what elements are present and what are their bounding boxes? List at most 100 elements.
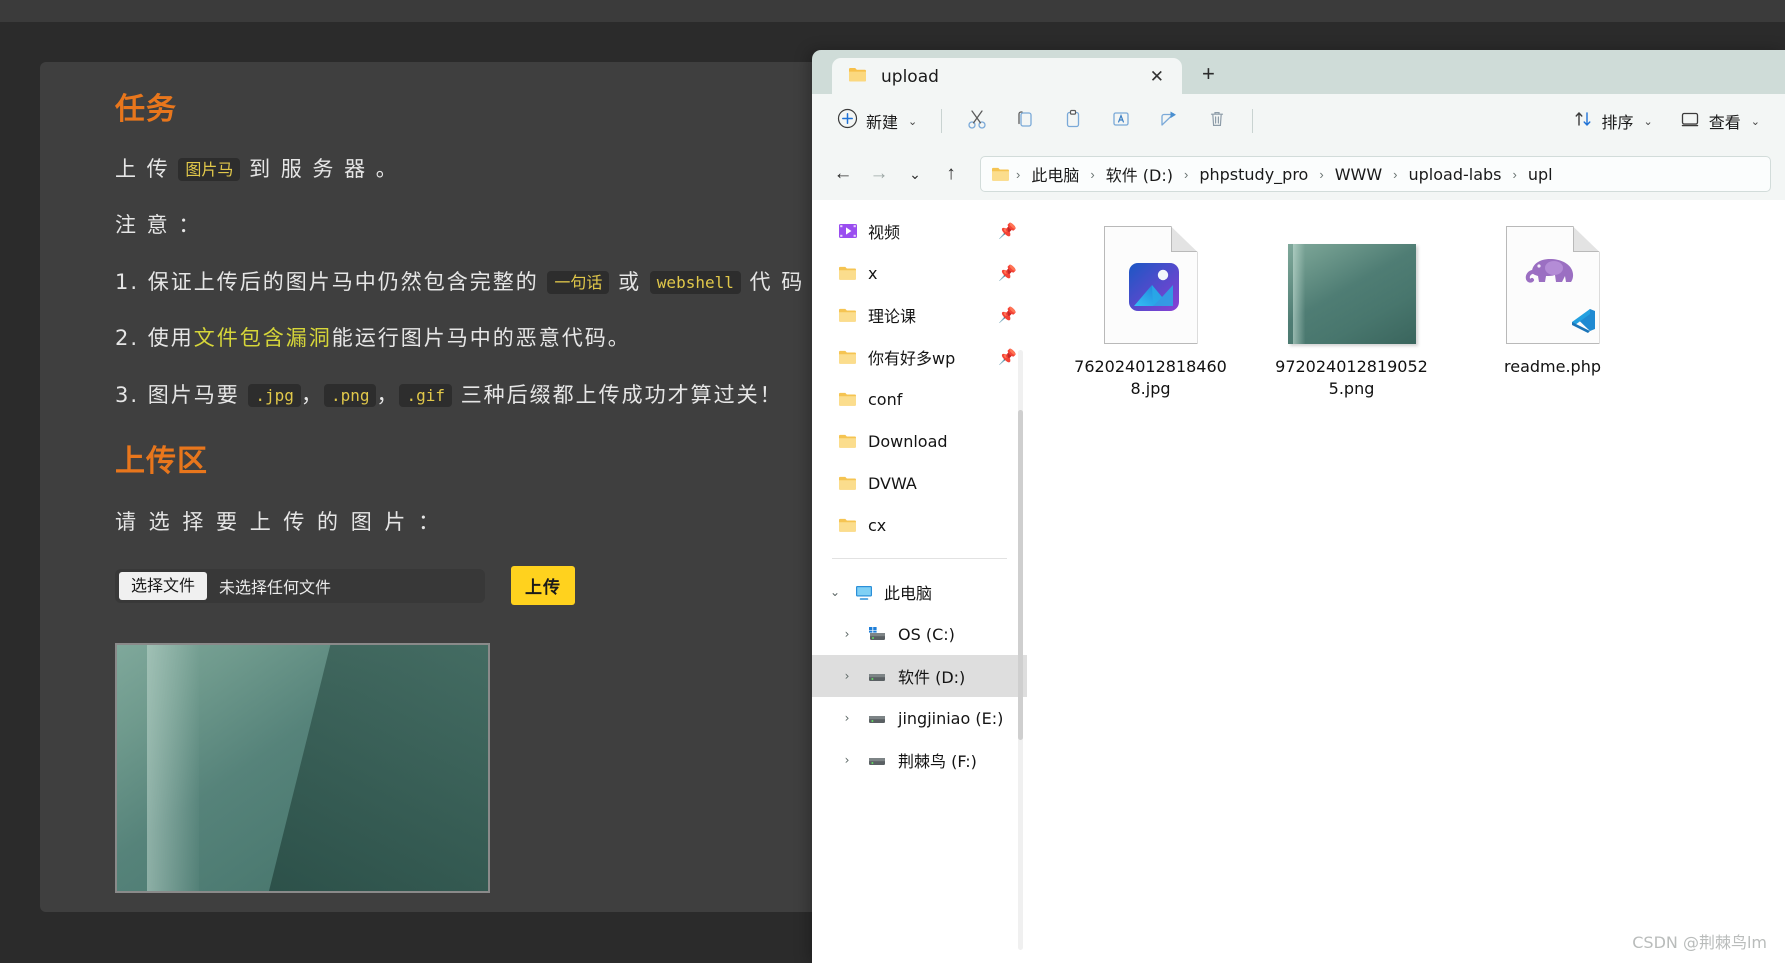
- breadcrumb-item-this-pc[interactable]: 此电脑: [1025, 159, 1085, 189]
- chip-image-horse: 图片马: [178, 158, 241, 182]
- sort-button[interactable]: 排序 ⌄: [1561, 100, 1664, 143]
- sidebar-item-label-drive-f: 荆棘鸟 (F:): [898, 752, 977, 771]
- pin-icon-wp[interactable]: 📌: [998, 348, 1017, 366]
- sidebar-item-label-dvwa: DVWA: [868, 473, 917, 493]
- watermark: CSDN @荆棘鸟lm: [1632, 933, 1767, 952]
- breadcrumb-item-www[interactable]: WWW: [1329, 162, 1388, 187]
- pin-icon[interactable]: 📌: [998, 222, 1017, 240]
- sidebar-item-drive-e[interactable]: › jingjiniao (E:): [812, 697, 1027, 739]
- explorer-sidebar: 视频 📌 x 📌 理论课 📌 你有好多wp 📌 conf Download DV…: [812, 200, 1027, 963]
- chip-gif: .gif: [399, 384, 452, 408]
- page-title-upload-zone: 上传区: [115, 445, 208, 479]
- windows-drive-icon: [866, 625, 888, 643]
- copy-button[interactable]: [1003, 100, 1047, 143]
- arrow-up-icon[interactable]: ↑: [934, 157, 968, 191]
- breadcrumb-item-drive-d[interactable]: 软件 (D:): [1100, 159, 1179, 189]
- breadcrumb-separator-3: ›: [1319, 166, 1324, 182]
- sidebar-scrollbar-thumb[interactable]: [1018, 410, 1023, 740]
- folder-icon-download: [838, 433, 858, 450]
- pin-icon-theory[interactable]: 📌: [998, 306, 1017, 324]
- sidebar-item-label-download: Download: [868, 431, 948, 451]
- upload-instruction-prefix: 上 传: [115, 157, 170, 181]
- sidebar-item-conf[interactable]: conf: [812, 378, 1027, 420]
- breadcrumb-item-phpstudy-pro[interactable]: phpstudy_pro: [1193, 162, 1314, 187]
- copy-icon: [1014, 108, 1036, 135]
- arrow-right-icon[interactable]: →: [862, 157, 896, 191]
- close-icon[interactable]: ✕: [1142, 65, 1172, 89]
- rename-button[interactable]: [1099, 100, 1143, 143]
- file-item-jpg[interactable]: 7620240128184608.jpg: [1063, 218, 1238, 405]
- sidebar-item-many-wp[interactable]: 你有好多wp 📌: [812, 336, 1027, 378]
- file-list: 7620240128184608.jpg 9720240128190525.pn…: [1027, 200, 1785, 963]
- sidebar-item-drive-d[interactable]: › 软件 (D:): [812, 655, 1027, 697]
- drive-icon-d: [866, 667, 888, 685]
- share-icon: [1158, 108, 1180, 135]
- chevron-right-icon-e[interactable]: ›: [838, 711, 856, 725]
- recent-locations-chevron-down-icon[interactable]: ⌄: [898, 157, 932, 191]
- sidebar-item-label-theory-class: 理论课: [868, 307, 917, 326]
- breadcrumb-separator-5: ›: [1512, 166, 1517, 182]
- sidebar-item-cx[interactable]: cx: [812, 504, 1027, 546]
- folder-icon-theory: [838, 307, 858, 324]
- sort-button-label: 排序: [1601, 113, 1634, 132]
- cut-button[interactable]: [955, 100, 999, 143]
- chip-jpg: .jpg: [248, 384, 301, 408]
- explorer-tab-upload[interactable]: upload ✕: [832, 58, 1182, 96]
- file-explorer-window: upload ✕ + 新建 ⌄ 排序 ⌄ 查看 ⌄ ← → ⌄ ↑ › 此电脑 …: [812, 50, 1785, 963]
- arrow-left-icon[interactable]: ←: [826, 157, 860, 191]
- note-item-3: 3. 图片马要 .jpg， .png， .gif 三种后缀都上传成功才算过关！: [115, 380, 915, 410]
- chevron-right-icon-d[interactable]: ›: [838, 669, 856, 683]
- chip-webshell: webshell: [649, 271, 741, 295]
- browser-top-strip: [0, 0, 1785, 22]
- sidebar-item-label-conf: conf: [868, 389, 903, 409]
- pin-icon-x[interactable]: 📌: [998, 264, 1017, 282]
- explorer-content: 视频 📌 x 📌 理论课 📌 你有好多wp 📌 conf Download DV…: [812, 200, 1785, 963]
- file-item-php[interactable]: readme.php: [1465, 218, 1640, 405]
- note2-keyword: 文件包含漏洞: [193, 326, 332, 351]
- chevron-right-icon-c[interactable]: ›: [838, 627, 856, 641]
- share-button[interactable]: [1147, 100, 1191, 143]
- breadcrumb-item-upload-labs[interactable]: upload-labs: [1403, 162, 1508, 187]
- chevron-right-icon-f[interactable]: ›: [838, 753, 856, 767]
- sort-arrows-icon: [1572, 108, 1594, 135]
- breadcrumb[interactable]: › 此电脑 › 软件 (D:) › phpstudy_pro › WWW › u…: [980, 156, 1771, 192]
- note1-or: 或: [618, 269, 642, 294]
- breadcrumb-folder-icon: [991, 166, 1011, 183]
- sidebar-item-x[interactable]: x 📌: [812, 252, 1027, 294]
- chip-one-liner: 一句话: [547, 271, 610, 295]
- view-button[interactable]: 查看 ⌄: [1668, 100, 1771, 143]
- chevron-down-icon-this-pc[interactable]: ⌄: [826, 585, 844, 599]
- breadcrumb-item-upload[interactable]: upl: [1522, 162, 1559, 187]
- folder-icon-dvwa: [838, 475, 858, 492]
- folder-icon: [848, 66, 868, 89]
- paste-button[interactable]: [1051, 100, 1095, 143]
- sidebar-item-label-drive-c: OS (C:): [898, 624, 955, 644]
- sidebar-item-theory-class[interactable]: 理论课 📌: [812, 294, 1027, 336]
- file-name-php: readme.php: [1504, 357, 1601, 376]
- sidebar-item-download[interactable]: Download: [812, 420, 1027, 462]
- note-item-2: 2. 使用文件包含漏洞能运行图片马中的恶意代码。: [115, 323, 915, 353]
- note2-suffix: 能运行图片马中的恶意代码。: [331, 326, 631, 351]
- php-elephant-icon: [1522, 252, 1584, 301]
- document-icon-php: [1505, 226, 1600, 344]
- delete-button[interactable]: [1195, 100, 1239, 143]
- sidebar-item-drive-c[interactable]: › OS (C:): [812, 613, 1027, 655]
- file-item-png[interactable]: 9720240128190525.png: [1264, 218, 1439, 405]
- breadcrumb-separator-4: ›: [1393, 166, 1398, 182]
- sidebar-item-this-pc[interactable]: ⌄ 此电脑: [812, 571, 1027, 613]
- plus-icon[interactable]: +: [1202, 63, 1215, 85]
- image-thumbnail-png: [1287, 244, 1416, 344]
- sidebar-item-dvwa[interactable]: DVWA: [812, 462, 1027, 504]
- upload-labs-content-card: 任务 上 传 图片马 到 服 务 器 。 注 意 ： 1. 保证上传后的图片马中…: [40, 62, 920, 912]
- sidebar-item-drive-f[interactable]: › 荆棘鸟 (F:): [812, 739, 1027, 781]
- note1-prefix: 1. 保证上传后的图片马中仍然包含完整的: [115, 269, 539, 294]
- file-name-png: 9720240128190525.png: [1275, 357, 1428, 398]
- choose-file-button[interactable]: 选择文件: [119, 571, 208, 600]
- upload-instruction-suffix: 到 服 务 器 。: [249, 157, 399, 181]
- new-button[interactable]: 新建 ⌄: [826, 100, 928, 142]
- sidebar-item-videos[interactable]: 视频 📌: [812, 210, 1027, 252]
- file-thumbnail-png: [1287, 224, 1416, 344]
- breadcrumb-separator-0: ›: [1016, 166, 1021, 182]
- upload-submit-button[interactable]: 上传: [511, 566, 575, 606]
- file-input[interactable]: 选择文件 未选择任何文件: [115, 568, 485, 603]
